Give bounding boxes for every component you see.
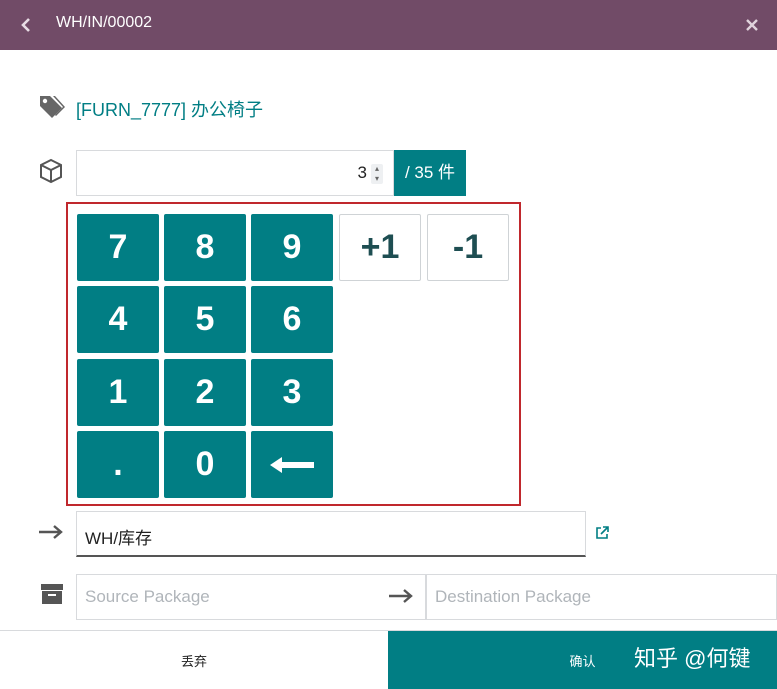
product-label[interactable]: [FURN_7777] 办公椅子 [76,96,263,122]
cube-icon [40,158,62,184]
close-button[interactable] [741,13,763,37]
destination-package-input[interactable] [427,575,776,619]
key-5[interactable]: 5 [164,286,246,353]
chevron-left-icon [21,18,30,32]
quantity-stepper[interactable]: ▴ ▾ [371,164,383,184]
destination-location-field[interactable]: WH/库存 [76,511,586,557]
archive-icon [41,584,63,604]
key-0[interactable]: 0 [164,431,246,498]
key-9[interactable]: 9 [251,214,333,281]
discard-button[interactable]: 丢弃 [0,631,388,689]
key-4[interactable]: 4 [77,286,159,353]
key-minus-one[interactable]: -1 [427,214,509,281]
backspace-arrow-icon [270,456,314,473]
tags-icon [40,96,65,118]
external-link-icon[interactable] [595,526,611,542]
key-3[interactable]: 3 [251,359,333,426]
key-2[interactable]: 2 [164,359,246,426]
destination-package-field[interactable] [426,574,777,620]
close-icon [746,19,758,31]
arrow-right-icon [38,520,66,544]
backspace-key[interactable] [251,431,333,498]
source-package-field[interactable] [76,574,426,620]
key-8[interactable]: 8 [164,214,246,281]
numeric-keypad: 7 8 9 +1 -1 4 5 6 1 2 3 . 0 [66,202,521,506]
key-decimal[interactable]: . [77,431,159,498]
destination-location-value: WH/库存 [85,529,153,548]
watermark: 知乎 @何键 [634,646,751,671]
page-title: WH/IN/00002 [56,14,153,31]
quantity-input[interactable]: 3 ▴ ▾ [76,150,394,196]
package-arrow-icon [388,584,414,608]
quantity-value: 3 [357,163,367,182]
source-package-input[interactable] [77,575,425,619]
key-7[interactable]: 7 [77,214,159,281]
key-6[interactable]: 6 [251,286,333,353]
key-plus-one[interactable]: +1 [339,214,421,281]
top-bar: WH/IN/00002 [0,0,777,50]
quantity-total: / 35 件 [394,150,466,196]
key-1[interactable]: 1 [77,359,159,426]
back-button[interactable] [14,12,38,38]
